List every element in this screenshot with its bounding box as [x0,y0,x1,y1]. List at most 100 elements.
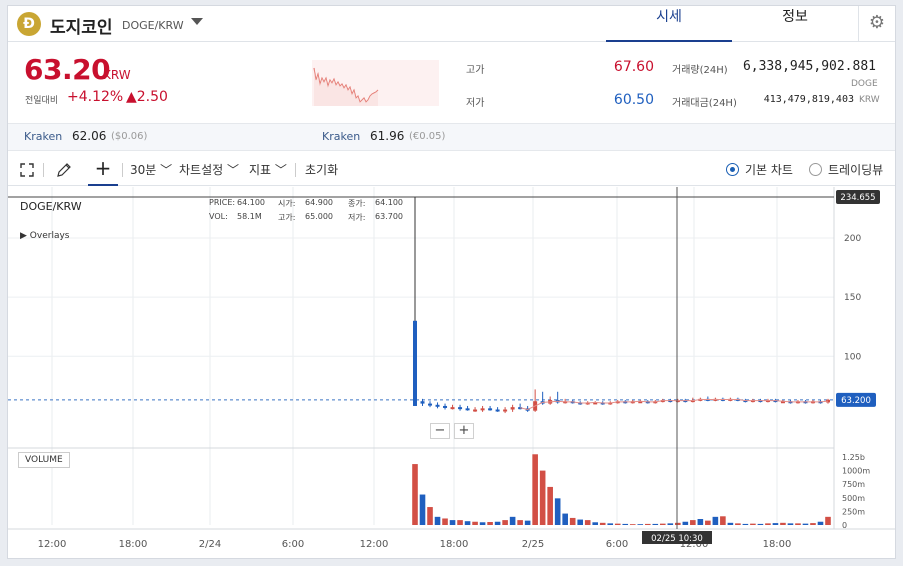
change-amount: ▲2.50 [126,89,168,105]
candle-down [428,403,433,406]
volume-bar [825,516,831,525]
price-tick-label: 200 [844,234,861,244]
basic-chart-label[interactable]: 기본 차트 [745,161,793,178]
exchange-name: Kraken [322,130,361,143]
max-price-label: 234.655 [840,193,875,203]
ohlc-close-label: 종가: [348,199,366,208]
volume-bar [412,464,418,525]
overlays-label: Overlays [29,231,70,241]
indicators-menu[interactable]: 지표 ﹀ [249,161,287,178]
time-tick-label: 18:00 [763,539,792,550]
chart-settings-label: 차트설정 [179,163,224,177]
volume-bar [584,520,591,525]
high-label: 고가 [466,65,485,76]
volume-bar [607,523,614,525]
low-label: 저가 [466,98,485,109]
volume-bar [742,523,749,525]
zoom-out-button[interactable]: − [430,423,450,439]
interval-select[interactable]: 30분 ﹀ [130,161,172,178]
volume-bar [735,523,741,525]
pencil-icon[interactable] [56,162,72,178]
time-tick-label: 12:00 [360,539,389,550]
ohlc-close: 64.100 [375,198,403,207]
volume-bar [517,520,523,525]
volume-bar [524,520,531,525]
volume-label: VOLUME [18,452,70,468]
volume-bar [667,523,674,525]
coin-pair[interactable]: DOGE/KRW [122,19,184,32]
change-label: 전일대비 [25,96,59,106]
current-price-label: 63.200 [841,396,871,406]
tradingview-radio[interactable] [809,163,822,176]
basic-chart-radio[interactable] [726,163,739,176]
volume-tick-label: 0 [842,521,847,530]
tab-info[interactable]: 정보 [732,6,858,42]
time-tick-label: 12:00 [38,539,67,550]
volume-bar [660,523,666,525]
turnover-unit: KRW [859,95,880,105]
volume-bar [675,522,681,525]
interval-label: 30분 [130,163,157,177]
exchange-price: 61.96 [370,129,405,143]
volume-bar [472,521,478,525]
volume-bar [629,524,636,525]
candle-down [458,407,463,410]
chart-toolbar: + 30분 ﹀ 차트설정 ﹀ 지표 ﹀ 초기화 기본 차트 트레이딩뷰 [8,153,895,186]
gear-icon[interactable]: ⚙ [858,6,895,42]
reset-button[interactable]: 초기화 [305,161,338,178]
ohlc-vol: 58.1M [237,212,262,221]
chart-symbol: DOGE/KRW [20,200,82,213]
overlays-toggle[interactable]: ▶ Overlays [20,231,69,241]
crosshair-button[interactable]: + [88,153,118,186]
exchange-strip: Kraken 62.06 ($0.06) Kraken 61.96 (€0.05… [8,123,895,151]
time-tick-label: 2/25 [522,539,544,550]
moving-average-line [520,398,829,411]
volume-bar [464,521,471,525]
chevron-down-icon[interactable] [191,18,203,25]
candle-down [488,408,493,411]
candle-up [473,409,478,412]
price-tick-label: 150 [844,293,861,303]
indicators-label: 지표 [249,163,272,177]
current-price: 63.20 [24,53,111,86]
volume-bar [509,516,516,525]
turnover-label: 거래대금(24H) [672,98,737,109]
volume-bar [787,523,794,525]
ohlc-low-label: 저가: [348,213,366,222]
candle-down [495,409,500,412]
ohlc-open: 64.900 [305,198,333,207]
chart-canvas[interactable]: 200 150 100 234.655 63.200 1.25b 1000m 750m 500m… [8,187,895,560]
volume-bar [457,520,463,525]
volume-bar [750,523,756,525]
candle-up [503,409,508,412]
volume-bar [547,486,553,525]
price-chart[interactable]: 200 150 100 234.655 63.200 1.25b 1000m 750m 500m… [8,187,895,560]
volume-bar [532,454,538,525]
candle-up [510,407,515,410]
tradingview-label[interactable]: 트레이딩뷰 [828,161,883,178]
tab-price[interactable]: 시세 [606,6,732,42]
ohlc-vol-label: VOL: [209,212,228,221]
volume-bar [795,523,801,525]
volume-bar [644,523,651,525]
volume-bar [690,520,696,525]
chart-settings-menu[interactable]: 차트설정 ﹀ [179,161,239,178]
volume-bar [817,521,824,525]
low-value: 60.50 [613,92,654,108]
volume-bar [682,521,689,525]
mini-sparkline-chart [312,60,439,106]
high-value: 67.60 [613,59,654,75]
toolbar-divider [43,163,44,177]
candle-up [413,320,417,406]
volume-tick-label: 250m [842,507,865,516]
volume-bar [494,521,501,525]
time-tick-label: 6:00 [606,539,628,550]
volume-tick-label: 750m [842,480,865,489]
volume-bar [765,523,771,525]
volume-tick-label: 1.25b [842,453,865,462]
app-window: Ð 도지코인 DOGE/KRW 시세 정보 ⚙ 63.20 KRW 전일대비 +… [7,5,896,559]
doge-logo-icon: Ð [17,12,41,36]
fullscreen-icon[interactable] [20,163,34,177]
zoom-in-button[interactable]: + [454,423,474,439]
coin-name[interactable]: 도지코인 [50,13,113,38]
